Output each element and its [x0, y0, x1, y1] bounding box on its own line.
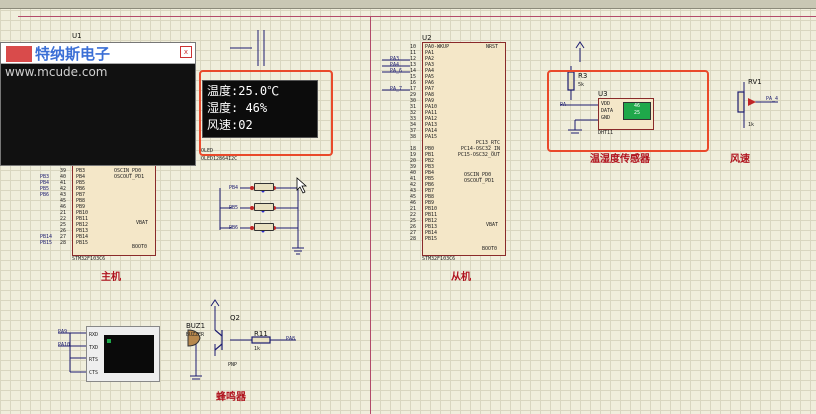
uart-pin: RXD	[89, 332, 99, 338]
slave-vbat: VBAT	[486, 222, 499, 228]
master-net-labels: PB3 PB4 PB5 PB6 PB14 PB15	[40, 174, 52, 246]
net-label: PA_7	[390, 86, 403, 92]
oled-line-humidity: 湿度: 46%	[207, 101, 268, 115]
potentiometer-ref: RV1	[748, 78, 762, 86]
master-vbat: VBAT	[136, 220, 149, 226]
pin-number: 38	[410, 134, 417, 140]
pullup-resistor-ref: R3	[578, 72, 588, 80]
transistor-ref: Q2	[230, 314, 240, 322]
sensor-section-label: 温湿度传感器	[590, 154, 650, 165]
slave-pin-number-list: 10 11 12 13 14 15 16 17 29 30 31 32 33 3…	[410, 44, 416, 242]
pullup-resistor-value: 5k	[578, 82, 585, 88]
buzzer-ref: BUZ1	[186, 322, 206, 330]
uart-pin: RTS	[89, 357, 99, 363]
uart-pin: TXD	[89, 345, 99, 351]
brand-logo-icon	[5, 45, 33, 63]
master-osc-out: OSCOUT_PD1	[114, 174, 145, 180]
sensor-temperature-value: 25	[633, 110, 641, 116]
master-section-label: 主机	[101, 272, 121, 283]
pin-number: 28	[60, 240, 67, 246]
fan-section-label: 风速	[730, 154, 750, 165]
sensor-net-label: PA	[560, 102, 567, 108]
buzzer-section-label: 蜂鸣器	[216, 392, 246, 403]
slave-pin-list: PA0-WKUP PA1 PA2 PA3 PA4 PA5 PA6 PA7 PA8…	[425, 44, 449, 242]
uart-net-label: PA9	[58, 329, 68, 335]
button-net-label: PB4	[229, 185, 239, 191]
master-pin: PB15	[76, 240, 89, 246]
slave-pc-pins: PC13_RTC PC14-OSC32_IN PC15-OSC32_OUT	[452, 140, 500, 158]
slave-pc-pin: PC15-OSC32_OUT	[457, 152, 500, 158]
virtual-terminal-window[interactable]: 特纳斯电子 x www.mcude.com	[0, 42, 196, 166]
slave-nrst: NRST	[486, 44, 499, 50]
sensor-part: DHT11	[598, 130, 614, 136]
slave-ref: U2	[422, 34, 432, 42]
oled-line-wind-speed: 风速:02	[207, 118, 253, 132]
uart-terminal[interactable]: RXD TXD RTS CTS	[86, 326, 160, 382]
buzzer-part: BUZZER	[186, 332, 205, 338]
sensor-pin: DATA	[601, 108, 614, 114]
slave-pin: PB15	[425, 236, 438, 242]
watermark-url: www.mcude.com	[5, 65, 108, 79]
resistor-value: 1k	[254, 346, 261, 352]
transistor-part: PNP	[228, 362, 238, 368]
slave-osc-out: OSCOUT_PD1	[464, 178, 495, 184]
terminal-led-icon	[107, 339, 111, 343]
watermark-brand: 特纳斯电子	[35, 45, 111, 63]
oled-line-temperature: 温度:25.0℃	[207, 84, 280, 98]
master-part: STM32F103C6	[72, 256, 106, 262]
terminal-screen	[104, 335, 154, 373]
sensor-ref: U3	[598, 90, 608, 98]
push-button-3[interactable]	[254, 223, 274, 231]
oled-ref: OLED	[201, 148, 214, 154]
sensor-pin: VDD	[601, 101, 611, 107]
net-label: PB15	[40, 240, 53, 246]
slave-boot0: BOOT0	[482, 246, 498, 252]
sensor-humidity-value: 46	[633, 103, 641, 109]
resistor-ref: R11	[254, 330, 268, 338]
net-label: PA_6	[390, 68, 403, 74]
pin-number: 28	[410, 236, 417, 242]
net-label: PB6	[40, 192, 50, 198]
push-button-1[interactable]	[254, 183, 274, 191]
master-ref: U1	[72, 32, 82, 40]
potentiometer[interactable]	[736, 90, 748, 114]
oled-part: OLED12864I2C	[201, 156, 238, 162]
window-title-bar[interactable]: 特纳斯电子 x	[1, 43, 195, 64]
master-pin-list: PB3 PB4 PB5 PB6 PB7 PB8 PB9 PB10 PB11 PB…	[76, 168, 88, 246]
sensor-pin: GND	[601, 115, 611, 121]
master-pin-number-list: 39 40 41 42 43 45 46 21 22 25 26 27 28	[60, 168, 66, 246]
dht11-sensor[interactable]: VDD DATA GND 46 25	[598, 98, 654, 130]
fan-net-label: PA_4	[766, 96, 779, 102]
potentiometer-value: 1k	[748, 122, 755, 128]
slave-section-label: 从机	[451, 272, 471, 283]
button-net-label: PB6	[229, 225, 239, 231]
close-button[interactable]: x	[180, 46, 192, 58]
oled-display[interactable]: 温度:25.0℃ 湿度: 46% 风速:02	[202, 80, 318, 138]
buzzer-net-label: PA8	[286, 336, 296, 342]
master-boot0: BOOT0	[132, 244, 148, 250]
push-button-2[interactable]	[254, 203, 274, 211]
button-net-label: PB5	[229, 205, 239, 211]
slave-part: STM32F103C6	[422, 256, 456, 262]
slave-net-labels: PA3 PA4 PA_6 PA_7	[390, 56, 402, 92]
sensor-lcd: 46 25	[623, 102, 651, 120]
uart-net-label: PA10	[58, 342, 71, 348]
uart-pin: CTS	[89, 370, 99, 376]
